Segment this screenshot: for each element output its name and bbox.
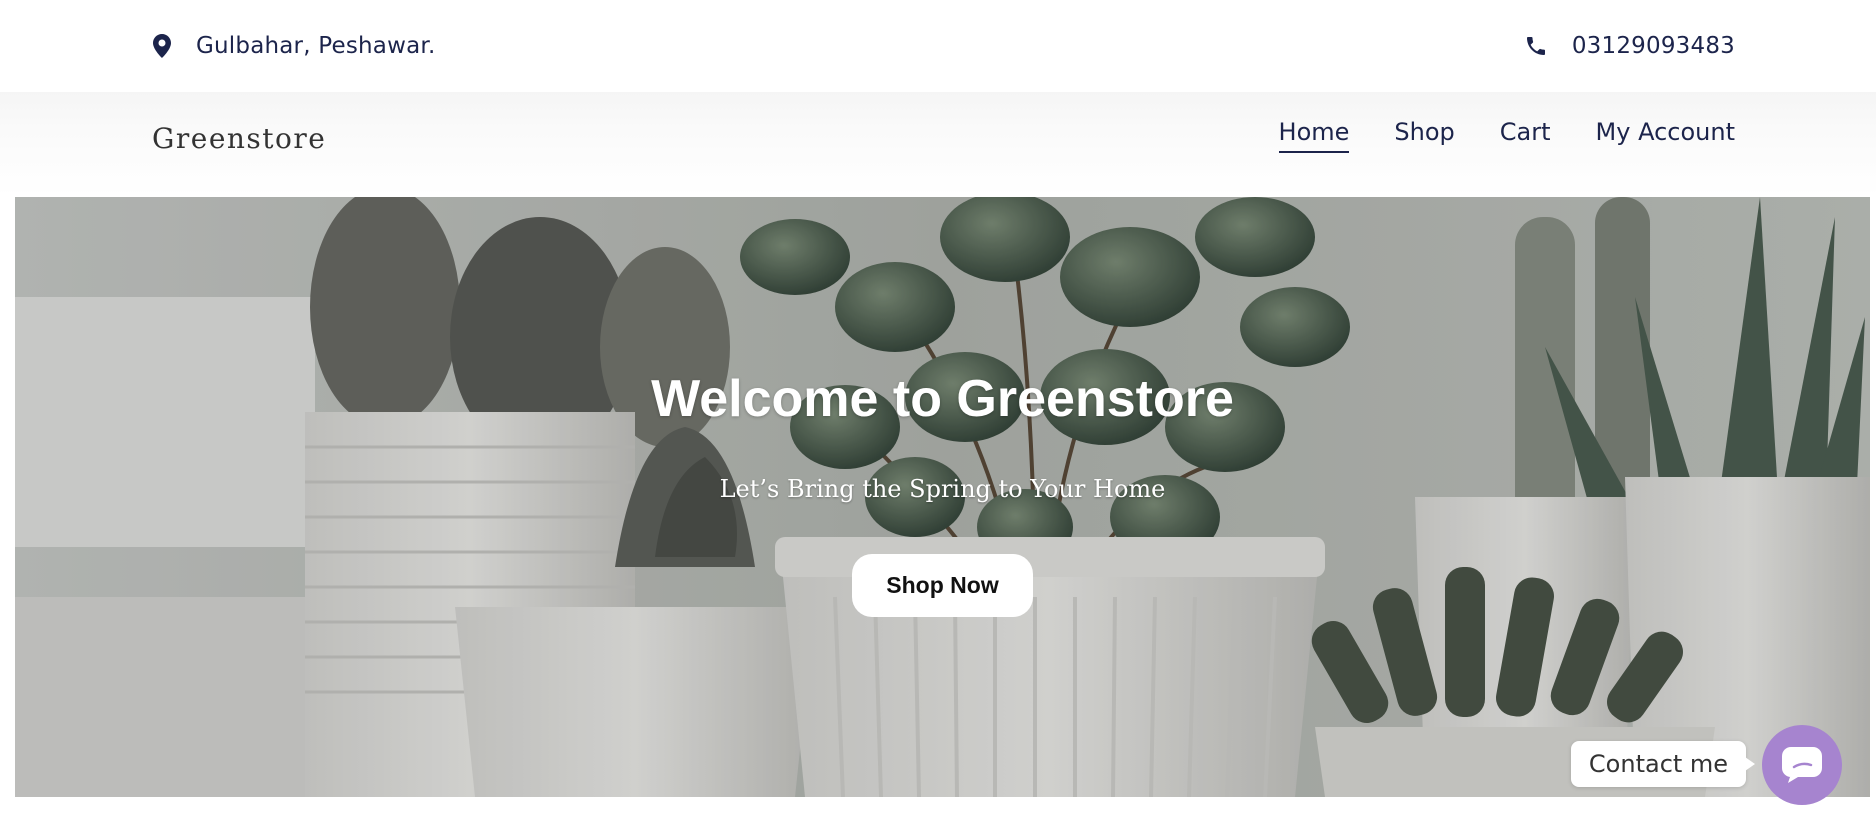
contact-chat-button[interactable] bbox=[1762, 725, 1842, 805]
phone-icon bbox=[1524, 33, 1548, 59]
nav-item-home[interactable]: Home bbox=[1278, 118, 1350, 153]
hero-banner: Welcome to Greenstore Let’s Bring the Sp… bbox=[15, 197, 1870, 797]
phone-info: 03129093483 bbox=[1524, 30, 1735, 62]
nav-item-my-account[interactable]: My Account bbox=[1596, 118, 1735, 153]
location-info: Gulbahar, Peshawar. bbox=[150, 30, 435, 62]
nav-item-cart[interactable]: Cart bbox=[1500, 118, 1551, 153]
site-header: Greenstore Home Shop Cart My Account bbox=[0, 92, 1876, 197]
top-info-bar: Gulbahar, Peshawar. 03129093483 bbox=[0, 0, 1876, 92]
nav-item-shop[interactable]: Shop bbox=[1394, 118, 1454, 153]
chat-icon bbox=[1780, 745, 1824, 786]
main-nav: Home Shop Cart My Account bbox=[1278, 118, 1735, 153]
contact-me-label[interactable]: Contact me bbox=[1571, 741, 1755, 787]
hero-title: Welcome to Greenstore bbox=[651, 370, 1234, 428]
shop-now-button[interactable]: Shop Now bbox=[852, 554, 1033, 617]
map-pin-icon bbox=[150, 33, 174, 59]
hero-subtitle: Let’s Bring the Spring to Your Home bbox=[719, 475, 1166, 503]
phone-number[interactable]: 03129093483 bbox=[1572, 33, 1735, 59]
location-text: Gulbahar, Peshawar. bbox=[196, 33, 436, 59]
site-logo[interactable]: Greenstore bbox=[152, 122, 326, 155]
